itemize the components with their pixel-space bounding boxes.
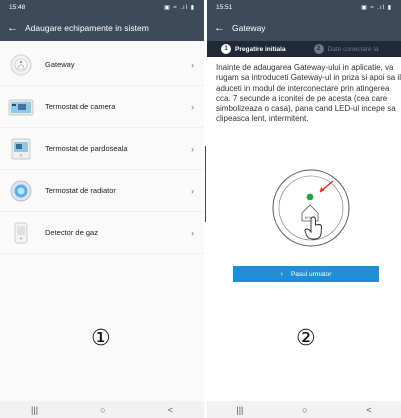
device-label: Termostat de pardoseala (45, 144, 128, 153)
device-list: Gateway › Termostat de camera › Termosta… (0, 44, 204, 254)
step-label: Pregatire initiala (235, 45, 286, 53)
back-arrow-icon[interactable]: ← (7, 22, 25, 34)
step-label: Date conectare la (327, 45, 379, 53)
step-1[interactable]: 1 Pregatire initiala (221, 44, 286, 54)
device-label: Detector de gaz (45, 228, 98, 237)
status-icons: ▣ ≈ .ıl ▮ (164, 5, 195, 11)
gateway-illustration: HOME (271, 168, 351, 248)
led-icon (306, 193, 314, 201)
gateway-device-icon: HOME (272, 169, 350, 247)
next-step-button[interactable]: › Pasul urmator (233, 266, 379, 282)
gateway-icon (8, 52, 34, 78)
home-icon[interactable]: ○ (302, 405, 307, 415)
device-item-gateway[interactable]: Gateway › (0, 44, 204, 86)
device-label: Termostat de camera (45, 102, 116, 111)
device-item-gas-detector[interactable]: Detector de gaz › (0, 212, 204, 254)
device-label: Gateway (45, 60, 75, 69)
device-item-floor-thermostat[interactable]: Termostat de pardoseala › (0, 128, 204, 170)
step-2[interactable]: 2 Date conectare la (313, 44, 379, 54)
step-number: 1 (221, 44, 231, 54)
android-nav-bar: ||| ○ < (0, 401, 204, 418)
gateway-setup-screen: 15:51 ▣ ≈ .ıl ▮ ← Gateway 1 Pregatire in… (207, 0, 401, 418)
home-icon[interactable]: ○ (100, 405, 105, 415)
chevron-right-icon: › (191, 185, 194, 196)
status-bar: 15:48 ▣ ≈ .ıl ▮ (0, 0, 204, 15)
back-arrow-icon[interactable]: ← (214, 22, 232, 34)
recents-icon[interactable]: ||| (236, 405, 243, 415)
device-item-room-thermostat[interactable]: Termostat de camera › (0, 86, 204, 128)
device-item-radiator-thermostat[interactable]: Termostat de radiator › (0, 170, 204, 212)
step-marker: ① (91, 326, 111, 351)
app-bar: ← Adaugare echipamente in sistem (0, 15, 204, 41)
device-label: Termostat de radiator (45, 186, 116, 195)
chevron-right-icon: › (191, 59, 194, 70)
step-marker: ② (296, 326, 316, 351)
chevron-right-icon: › (191, 143, 194, 154)
chevron-right-icon: › (191, 101, 194, 112)
status-icons: ▣ ≈ .ıl ▮ (361, 5, 392, 11)
app-bar: ← Gateway (207, 15, 401, 41)
status-time: 15:48 (9, 4, 26, 11)
back-icon[interactable]: < (366, 405, 371, 415)
gas-detector-icon (8, 220, 34, 246)
recents-icon[interactable]: ||| (31, 405, 38, 415)
device-selection-screen: 15:48 ▣ ≈ .ıl ▮ ← Adaugare echipamente i… (0, 0, 204, 418)
instructions-text: Inainte de adaugarea Gateway-ului in apl… (216, 63, 401, 124)
chevron-right-icon: › (280, 270, 283, 278)
status-bar: 15:51 ▣ ≈ .ıl ▮ (207, 0, 401, 15)
floor-thermostat-icon (8, 136, 34, 162)
room-thermostat-icon (8, 94, 34, 120)
step-number: 2 (313, 44, 324, 54)
back-icon[interactable]: < (168, 405, 173, 415)
page-title: Gateway (232, 23, 266, 33)
chevron-right-icon: › (191, 227, 194, 238)
status-time: 15:51 (216, 4, 233, 11)
next-step-label: Pasul urmator (290, 270, 332, 278)
page-title: Adaugare echipamente in sistem (25, 23, 149, 33)
radiator-thermostat-icon (8, 178, 34, 204)
setup-stepper: 1 Pregatire initiala 2 Date conectare la (207, 41, 401, 57)
android-nav-bar: ||| ○ < (207, 401, 401, 418)
